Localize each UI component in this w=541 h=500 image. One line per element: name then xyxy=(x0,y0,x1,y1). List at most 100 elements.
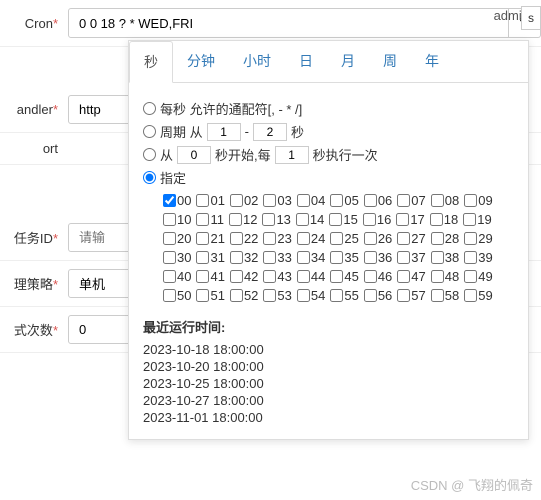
second-check-21[interactable]: 21 xyxy=(196,231,224,246)
second-checkbox-59[interactable] xyxy=(464,289,477,302)
second-check-33[interactable]: 33 xyxy=(263,250,291,265)
second-check-55[interactable]: 55 xyxy=(330,288,358,303)
second-checkbox-17[interactable] xyxy=(396,213,409,226)
second-checkbox-46[interactable] xyxy=(364,270,377,283)
second-check-07[interactable]: 07 xyxy=(397,193,425,208)
tab-月[interactable]: 月 xyxy=(327,41,369,82)
second-check-13[interactable]: 13 xyxy=(262,212,290,227)
second-checkbox-43[interactable] xyxy=(263,270,276,283)
second-check-12[interactable]: 12 xyxy=(229,212,257,227)
second-checkbox-48[interactable] xyxy=(431,270,444,283)
second-check-44[interactable]: 44 xyxy=(297,269,325,284)
second-checkbox-08[interactable] xyxy=(431,194,444,207)
second-check-20[interactable]: 20 xyxy=(163,231,191,246)
tab-周[interactable]: 周 xyxy=(369,41,411,82)
second-check-58[interactable]: 58 xyxy=(431,288,459,303)
second-checkbox-39[interactable] xyxy=(464,251,477,264)
second-checkbox-13[interactable] xyxy=(262,213,275,226)
second-check-37[interactable]: 37 xyxy=(397,250,425,265)
second-checkbox-09[interactable] xyxy=(464,194,477,207)
second-checkbox-38[interactable] xyxy=(431,251,444,264)
second-check-32[interactable]: 32 xyxy=(230,250,258,265)
second-check-39[interactable]: 39 xyxy=(464,250,492,265)
second-check-36[interactable]: 36 xyxy=(364,250,392,265)
second-checkbox-11[interactable] xyxy=(196,213,209,226)
second-checkbox-58[interactable] xyxy=(431,289,444,302)
cycle-from-input[interactable] xyxy=(207,123,241,141)
second-checkbox-23[interactable] xyxy=(263,232,276,245)
second-check-08[interactable]: 08 xyxy=(431,193,459,208)
second-check-53[interactable]: 53 xyxy=(263,288,291,303)
second-checkbox-27[interactable] xyxy=(397,232,410,245)
second-checkbox-14[interactable] xyxy=(296,213,309,226)
second-checkbox-24[interactable] xyxy=(297,232,310,245)
second-checkbox-21[interactable] xyxy=(196,232,209,245)
second-checkbox-35[interactable] xyxy=(330,251,343,264)
second-checkbox-32[interactable] xyxy=(230,251,243,264)
second-check-15[interactable]: 15 xyxy=(329,212,357,227)
second-check-03[interactable]: 03 xyxy=(263,193,291,208)
second-check-01[interactable]: 01 xyxy=(196,193,224,208)
second-checkbox-22[interactable] xyxy=(230,232,243,245)
second-check-10[interactable]: 10 xyxy=(163,212,191,227)
second-checkbox-03[interactable] xyxy=(263,194,276,207)
second-checkbox-28[interactable] xyxy=(431,232,444,245)
second-checkbox-07[interactable] xyxy=(397,194,410,207)
second-checkbox-04[interactable] xyxy=(297,194,310,207)
second-check-31[interactable]: 31 xyxy=(196,250,224,265)
second-checkbox-10[interactable] xyxy=(163,213,176,226)
second-check-28[interactable]: 28 xyxy=(431,231,459,246)
option-cycle-radio[interactable] xyxy=(143,125,156,138)
second-checkbox-37[interactable] xyxy=(397,251,410,264)
second-checkbox-25[interactable] xyxy=(330,232,343,245)
second-checkbox-18[interactable] xyxy=(430,213,443,226)
second-checkbox-54[interactable] xyxy=(297,289,310,302)
second-checkbox-31[interactable] xyxy=(196,251,209,264)
second-check-56[interactable]: 56 xyxy=(364,288,392,303)
second-check-19[interactable]: 19 xyxy=(463,212,491,227)
second-checkbox-44[interactable] xyxy=(297,270,310,283)
cron-input[interactable] xyxy=(68,8,509,38)
second-check-47[interactable]: 47 xyxy=(397,269,425,284)
second-checkbox-42[interactable] xyxy=(230,270,243,283)
second-check-59[interactable]: 59 xyxy=(464,288,492,303)
second-check-41[interactable]: 41 xyxy=(196,269,224,284)
second-checkbox-15[interactable] xyxy=(329,213,342,226)
from-every-input[interactable] xyxy=(275,146,309,164)
second-check-54[interactable]: 54 xyxy=(297,288,325,303)
second-check-42[interactable]: 42 xyxy=(230,269,258,284)
second-checkbox-20[interactable] xyxy=(163,232,176,245)
second-check-51[interactable]: 51 xyxy=(196,288,224,303)
second-checkbox-40[interactable] xyxy=(163,270,176,283)
second-checkbox-02[interactable] xyxy=(230,194,243,207)
second-check-40[interactable]: 40 xyxy=(163,269,191,284)
second-checkbox-52[interactable] xyxy=(230,289,243,302)
second-checkbox-53[interactable] xyxy=(263,289,276,302)
option-from-radio[interactable] xyxy=(143,148,156,161)
second-checkbox-05[interactable] xyxy=(330,194,343,207)
second-check-49[interactable]: 49 xyxy=(464,269,492,284)
second-checkbox-36[interactable] xyxy=(364,251,377,264)
second-checkbox-00[interactable] xyxy=(163,194,176,207)
second-checkbox-16[interactable] xyxy=(363,213,376,226)
second-checkbox-45[interactable] xyxy=(330,270,343,283)
second-check-43[interactable]: 43 xyxy=(263,269,291,284)
second-checkbox-19[interactable] xyxy=(463,213,476,226)
second-check-02[interactable]: 02 xyxy=(230,193,258,208)
tab-分钟[interactable]: 分钟 xyxy=(173,41,229,82)
second-check-26[interactable]: 26 xyxy=(364,231,392,246)
second-check-11[interactable]: 11 xyxy=(196,212,224,227)
second-check-09[interactable]: 09 xyxy=(464,193,492,208)
second-check-14[interactable]: 14 xyxy=(296,212,324,227)
second-check-22[interactable]: 22 xyxy=(230,231,258,246)
second-check-17[interactable]: 17 xyxy=(396,212,424,227)
second-check-50[interactable]: 50 xyxy=(163,288,191,303)
second-checkbox-12[interactable] xyxy=(229,213,242,226)
from-start-input[interactable] xyxy=(177,146,211,164)
second-check-18[interactable]: 18 xyxy=(430,212,458,227)
second-check-16[interactable]: 16 xyxy=(363,212,391,227)
second-checkbox-56[interactable] xyxy=(364,289,377,302)
tab-日[interactable]: 日 xyxy=(285,41,327,82)
second-check-06[interactable]: 06 xyxy=(364,193,392,208)
tab-小时[interactable]: 小时 xyxy=(229,41,285,82)
